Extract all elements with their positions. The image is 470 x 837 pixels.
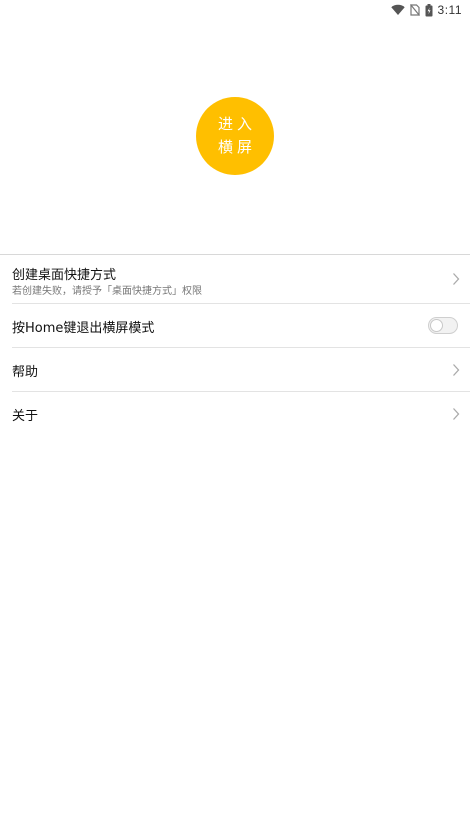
chevron-right-icon — [452, 272, 460, 286]
about-title: 关于 — [12, 409, 39, 424]
about-row[interactable]: 关于 — [12, 392, 470, 435]
no-sim-icon — [409, 4, 420, 16]
create-shortcut-subtitle: 若创建失败，请授予「桌面快捷方式」权限 — [12, 286, 202, 297]
home-exit-title: 按Home键退出横屏模式 — [12, 321, 155, 336]
home-exit-toggle[interactable] — [428, 316, 458, 334]
create-shortcut-title: 创建桌面快捷方式 — [12, 268, 117, 283]
enter-landscape-label-line2: 横屏 — [217, 138, 256, 156]
battery-icon — [425, 3, 433, 17]
status-bar: 3:11 — [0, 0, 470, 20]
enter-landscape-label-line1: 进入 — [217, 115, 256, 133]
status-icons: 3:11 — [390, 2, 462, 18]
create-shortcut-row[interactable]: 创建桌面快捷方式 若创建失败，请授予「桌面快捷方式」权限 — [12, 255, 470, 304]
chevron-right-icon — [452, 363, 460, 377]
wifi-icon — [390, 4, 405, 16]
settings-list: 创建桌面快捷方式 若创建失败，请授予「桌面快捷方式」权限 按Home键退出横屏模… — [0, 254, 470, 435]
enter-landscape-button[interactable]: 进入 横屏 — [196, 97, 274, 175]
help-title: 帮助 — [12, 365, 39, 380]
toggle-knob — [430, 318, 443, 332]
status-time: 3:11 — [437, 3, 462, 17]
home-exit-row: 按Home键退出横屏模式 — [12, 304, 470, 348]
chevron-right-icon — [452, 407, 460, 421]
help-row[interactable]: 帮助 — [12, 348, 470, 392]
